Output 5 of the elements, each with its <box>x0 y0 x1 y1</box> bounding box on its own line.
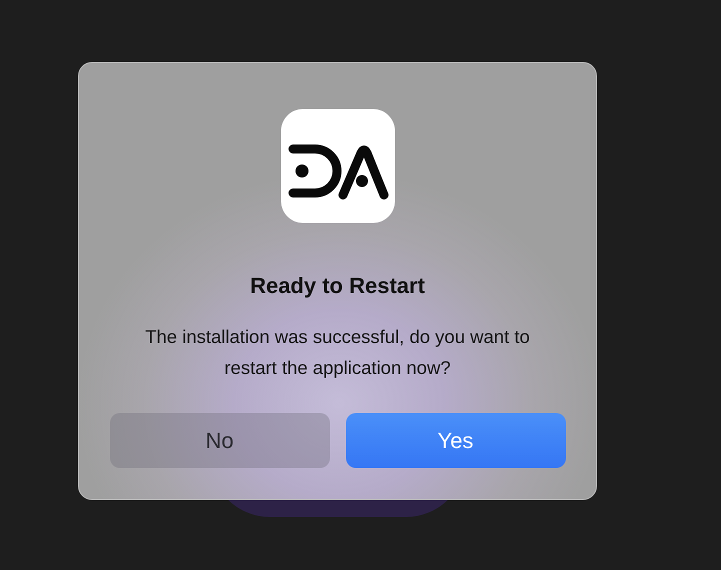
dialog-title: Ready to Restart <box>250 273 425 299</box>
confirm-button[interactable]: Yes <box>346 413 566 468</box>
app-logo-icon <box>280 109 394 223</box>
cancel-button[interactable]: No <box>110 413 330 468</box>
dialog-message: The installation was successful, do you want to restart the application now? <box>144 325 531 380</box>
